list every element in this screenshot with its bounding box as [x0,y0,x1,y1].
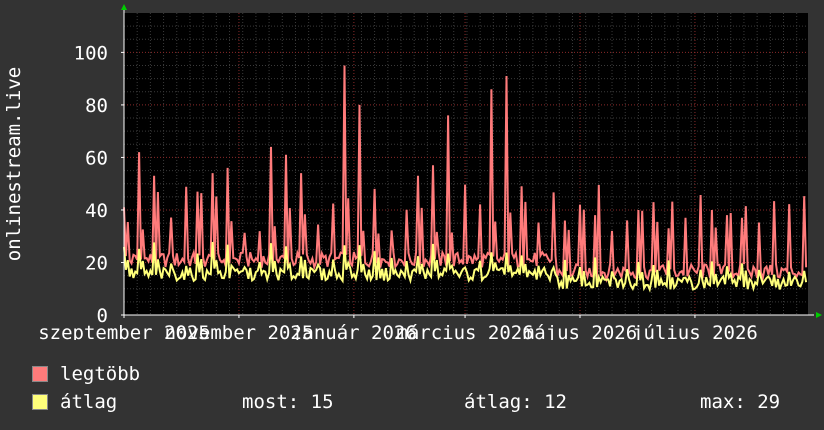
x-tick-label: május 2026 [523,322,637,340]
chart: 020406080100szeptember 2025november 2025… [3,4,822,340]
stat-max: max: 29 [700,391,781,413]
stat-atlag: átlag: 12 [464,391,567,413]
x-tick-label: március 2026 [396,322,533,340]
legend-swatch-legtobb [32,366,48,382]
legend-item-legtobb: legtöbb [32,363,140,385]
y-tick-label: 60 [85,147,108,169]
y-axis-label: onlinestream.live [3,67,25,261]
legend-label-atlag: átlag [60,391,118,413]
y-tick-label: 20 [85,252,108,274]
y-axis-arrow-icon [121,4,127,10]
legend-label-legtobb: legtöbb [60,363,141,385]
y-tick-label: 100 [74,42,108,64]
x-tick-label: július 2026 [632,322,758,340]
y-tick-label: 80 [85,95,108,117]
legend-item-atlag: átlag [32,391,117,413]
x-axis-arrow-icon [816,312,822,318]
legend-swatch-atlag [32,394,48,410]
y-tick-label: 40 [85,200,108,222]
stat-most: most: 15 [242,391,334,413]
